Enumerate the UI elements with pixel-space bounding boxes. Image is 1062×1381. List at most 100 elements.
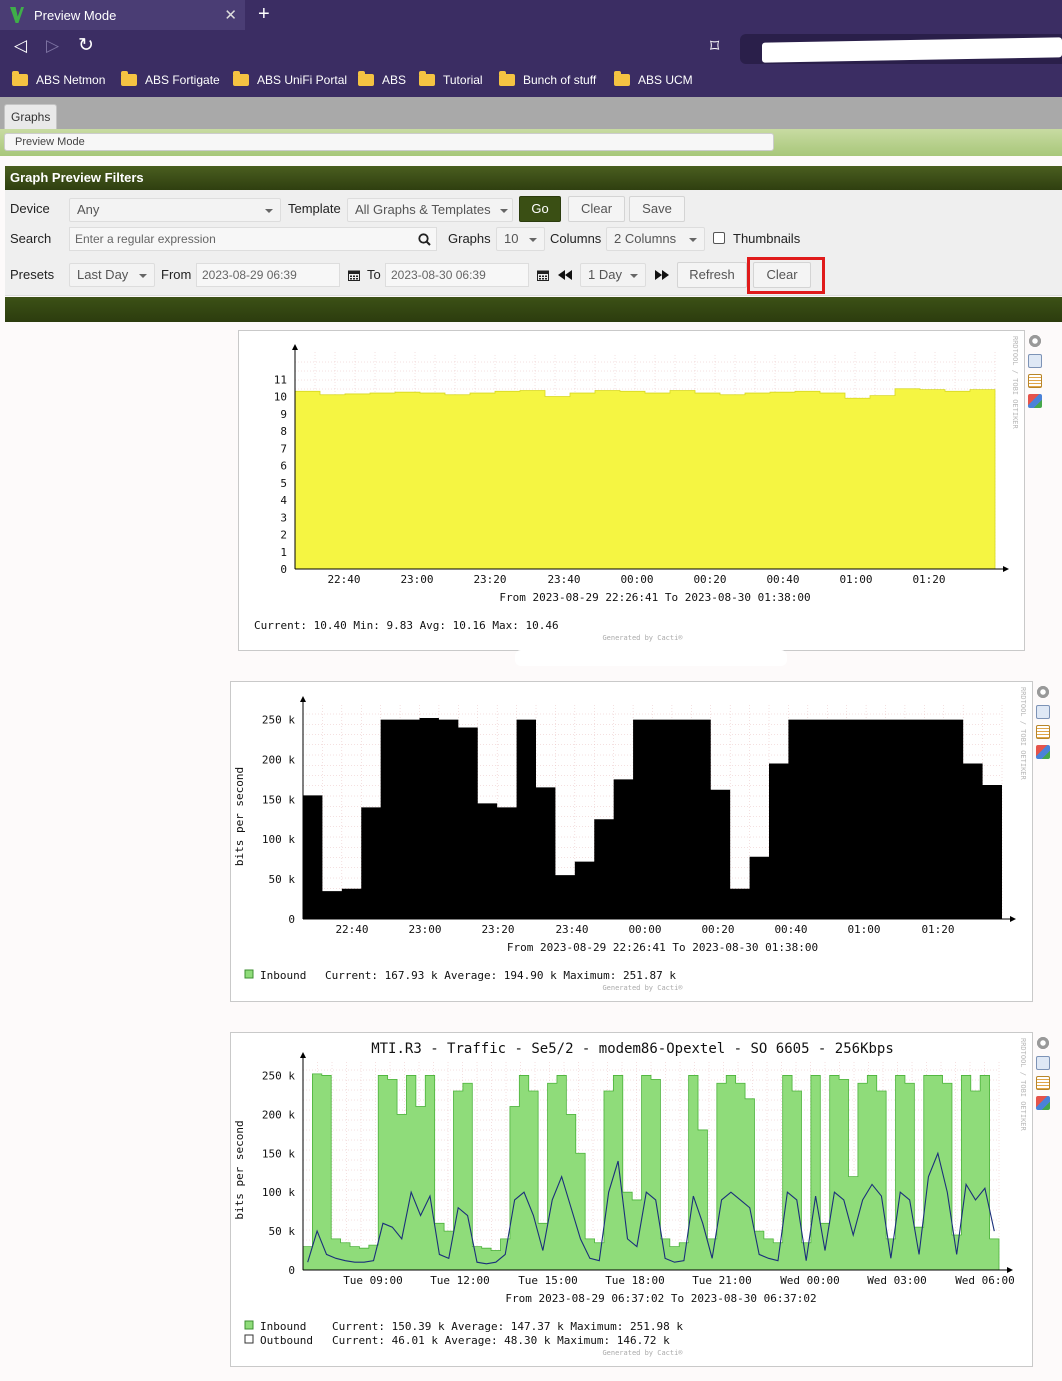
bookmark-item[interactable]: Bunch of stuff (499, 71, 596, 88)
chevron-down-icon (265, 209, 273, 213)
rrdtool-watermark: RRDTOOL / TOBI OETIKER (1019, 687, 1027, 780)
from-value: 2023-08-29 06:39 (202, 268, 297, 282)
x-tick-label: Wed 06:00 (955, 1274, 1015, 1287)
chevron-down-icon (529, 238, 537, 242)
period-label: From 2023-08-29 22:26:41 To 2023-08-30 0… (507, 941, 818, 954)
legend-swatch (244, 1334, 254, 1344)
from-date-input[interactable]: 2023-08-29 06:39 (196, 263, 340, 287)
shift-left-icon[interactable] (558, 270, 572, 280)
bookmark-label: ABS Fortigate (145, 73, 220, 87)
graphs-label: Graphs (448, 231, 491, 246)
x-tick-label: 23:40 (547, 573, 580, 586)
x-tick-label: Tue 21:00 (692, 1274, 752, 1287)
refresh-button[interactable]: Refresh (677, 262, 747, 288)
bookmark-item[interactable]: ABS (358, 71, 406, 88)
generated-label: Generated by Cacti® (602, 984, 683, 992)
columns-value: 2 Columns (614, 231, 677, 246)
device-select[interactable]: Any (69, 198, 281, 222)
save-button[interactable]: Save (629, 196, 685, 222)
legend-stats: Current: 150.39 k Average: 147.37 k Maxi… (332, 1320, 683, 1333)
rrdtool-watermark: RRDTOOL / TOBI OETIKER (1011, 336, 1019, 429)
browser-tab[interactable]: Preview Mode ✕ (0, 0, 245, 30)
address-bar[interactable] (740, 34, 1062, 64)
y-tick-label: 100 k (262, 1186, 295, 1199)
search-input[interactable]: Enter a regular expression (69, 227, 437, 251)
graph-properties-icon[interactable] (1028, 394, 1042, 408)
folder-icon (121, 71, 137, 86)
search-icon[interactable] (418, 233, 431, 246)
x-tick-label: 00:40 (766, 573, 799, 586)
y-tick-label: 100 k (262, 833, 295, 846)
calendar-icon[interactable] (537, 269, 549, 281)
rrdtool-watermark: RRDTOOL / TOBI OETIKER (1019, 1038, 1027, 1131)
x-tick-label: Wed 03:00 (867, 1274, 927, 1287)
x-tick-label: 23:20 (473, 573, 506, 586)
close-icon[interactable]: ✕ (224, 6, 237, 24)
x-tick-label: 00:20 (701, 923, 734, 936)
graph-panel-2[interactable]: 0 50 k 100 k 150 k 200 k 250 k 22:40 23:00 23:20… (230, 681, 1033, 1002)
calendar-icon[interactable] (348, 269, 360, 281)
graph-properties-icon[interactable] (1036, 745, 1050, 759)
forward-icon[interactable]: ▷ (46, 36, 59, 60)
gear-icon[interactable] (1028, 334, 1042, 348)
csv-export-icon[interactable] (1036, 1076, 1050, 1090)
x-tick-label: 01:20 (921, 923, 954, 936)
csv-export-icon[interactable] (1036, 725, 1050, 739)
bookmark-item[interactable]: Tutorial (419, 71, 483, 88)
search-label: Search (10, 231, 52, 246)
to-date-input[interactable]: 2023-08-30 06:39 (385, 263, 529, 287)
chart-title: MTI.R3 - Traffic - Se5/2 - modem86-Opext… (371, 1041, 894, 1057)
timespan-select[interactable]: 1 Day (580, 263, 646, 287)
columns-select[interactable]: 2 Columns (606, 227, 705, 251)
graphs-select[interactable]: 10 (496, 227, 545, 251)
highlight-box (747, 257, 825, 294)
x-tick-label: 23:00 (408, 923, 441, 936)
thumbnails-checkbox[interactable] (713, 232, 725, 244)
y-tick-label: 0 (280, 563, 287, 576)
go-button[interactable]: Go (519, 196, 561, 222)
y-tick-label: 2 (280, 529, 287, 542)
graph-panel-1[interactable]: 0 1 2 3 4 5 6 7 8 9 10 11 22:40 23:00 23:20 23:40 00:00 0… (238, 330, 1025, 651)
template-select[interactable]: All Graphs & Templates (347, 198, 513, 222)
y-tick-label: 0 (288, 913, 295, 926)
new-tab-icon[interactable]: + (258, 3, 270, 26)
clear-button[interactable]: Clear (568, 196, 625, 222)
legend-swatch (244, 969, 254, 979)
y-axis-arrow (292, 344, 298, 350)
zoom-icon[interactable] (1028, 354, 1042, 368)
x-tick-label: Tue 15:00 (518, 1274, 578, 1287)
graph-properties-icon[interactable] (1036, 1096, 1050, 1110)
bookmark-item[interactable]: ABS UCM (614, 71, 693, 88)
x-tick-label: 23:40 (555, 923, 588, 936)
back-icon[interactable]: ◁ (14, 36, 27, 60)
legend-row: Current: 10.40 Min: 9.83 Avg: 10.16 Max:… (254, 619, 559, 632)
bookmark-icon[interactable]: ⌑ (710, 36, 719, 60)
folder-icon (358, 71, 374, 86)
y-tick-label: 250 k (262, 1069, 295, 1082)
bookmark-item[interactable]: ABS UniFi Portal (233, 71, 348, 88)
y-axis-arrow (300, 1052, 306, 1058)
device-label: Device (10, 201, 50, 216)
y-tick-label: 200 k (262, 753, 295, 766)
csv-export-icon[interactable] (1028, 374, 1042, 388)
zoom-icon[interactable] (1036, 705, 1050, 719)
bookmark-item[interactable]: ABS Fortigate (121, 71, 220, 88)
presets-select[interactable]: Last Day (69, 263, 155, 287)
x-tick-label: 23:20 (481, 923, 514, 936)
y-tick-label: 5 (280, 477, 287, 490)
gear-icon[interactable] (1036, 685, 1050, 699)
reload-icon[interactable]: ↻ (78, 34, 94, 58)
y-tick-label: 250 k (262, 714, 295, 727)
shift-right-icon[interactable] (655, 270, 669, 280)
gear-icon[interactable] (1036, 1036, 1050, 1050)
zoom-icon[interactable] (1036, 1056, 1050, 1070)
y-axis-label: bits per second (233, 1120, 246, 1219)
graph-panel-3[interactable]: 0 50 k 100 k 150 k 200 k 250 k Tue 09:00 Tue 12… (230, 1032, 1033, 1367)
bookmark-item[interactable]: ABS Netmon (12, 71, 105, 88)
breadcrumb[interactable]: Preview Mode (4, 133, 774, 151)
legend-name: Inbound (260, 969, 306, 982)
template-label: Template (288, 201, 341, 216)
tab-graphs[interactable]: Graphs (4, 104, 58, 129)
bookmark-label: ABS UniFi Portal (257, 73, 348, 87)
period-label: From 2023-08-29 06:37:02 To 2023-08-30 0… (505, 1292, 816, 1305)
